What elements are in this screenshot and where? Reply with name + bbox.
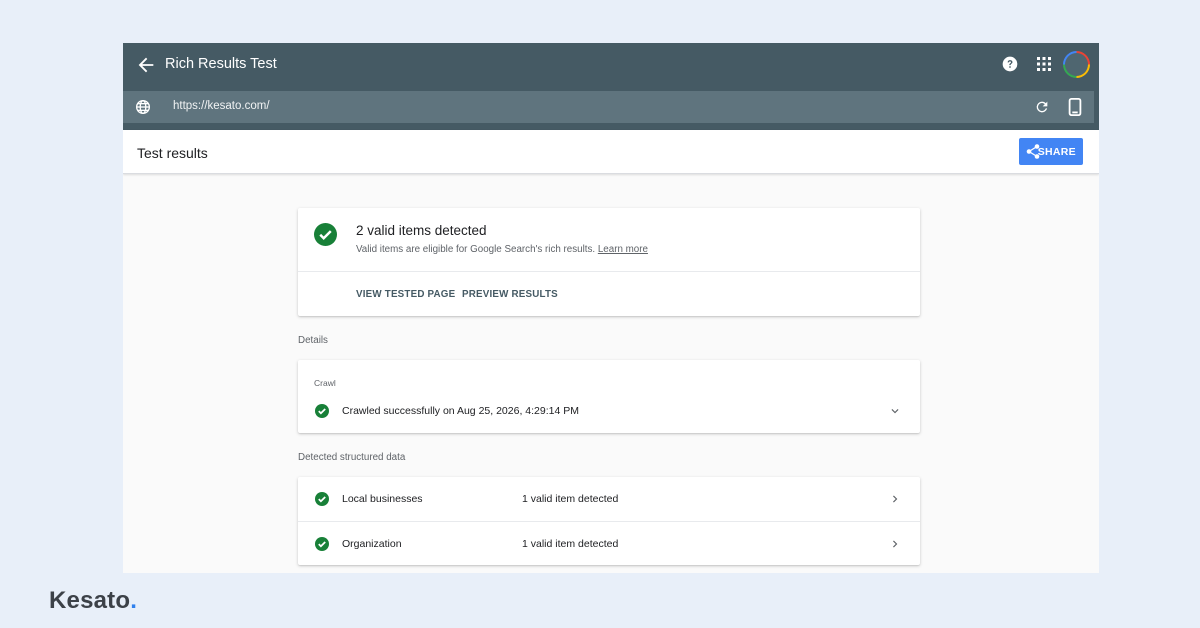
app-bar: Rich Results Test	[123, 43, 1099, 87]
smartphone-icon[interactable]	[1067, 98, 1083, 116]
results-header: Test results SHARE	[123, 130, 1099, 174]
learn-more-link[interactable]: Learn more	[598, 244, 648, 255]
apps-grid-icon[interactable]	[1037, 57, 1051, 71]
tested-url: https://kesato.com/	[173, 100, 270, 112]
share-icon	[1026, 144, 1040, 159]
arrow-left-icon[interactable]	[135, 54, 157, 76]
crawl-status: Crawled successfully on Aug 25, 2026, 4:…	[342, 405, 579, 417]
account-avatar[interactable]	[1063, 51, 1090, 78]
structured-data-row[interactable]: Organization 1 valid item detected	[298, 521, 920, 565]
structured-data-status: 1 valid item detected	[522, 538, 619, 550]
chevron-right-icon	[893, 495, 898, 503]
divider	[298, 271, 920, 272]
structured-data-card: Local businesses 1 valid item detected O…	[298, 477, 920, 565]
preview-results-button[interactable]: PREVIEW RESULTS	[462, 289, 558, 300]
structured-data-name: Local businesses	[342, 493, 423, 505]
check-circle-icon	[315, 404, 329, 418]
url-bar: https://kesato.com/	[123, 91, 1094, 123]
view-tested-page-button[interactable]: VIEW TESTED PAGE	[356, 289, 455, 300]
chevron-right-icon	[893, 540, 898, 548]
chevron-down-icon[interactable]	[888, 404, 902, 418]
share-button[interactable]: SHARE	[1019, 138, 1083, 165]
structured-data-label: Detected structured data	[298, 452, 406, 463]
globe-icon	[136, 100, 150, 114]
structured-data-status: 1 valid item detected	[522, 493, 619, 505]
summary-description-text: Valid items are eligible for Google Sear…	[356, 244, 596, 255]
help-icon[interactable]	[1002, 56, 1018, 72]
app-window: Rich Results Test https://kesato.com/ Te…	[123, 43, 1099, 573]
check-circle-icon	[315, 537, 329, 551]
structured-data-name: Organization	[342, 538, 402, 550]
reload-icon[interactable]	[1034, 99, 1050, 115]
brand-logo: Kesato.	[49, 587, 137, 615]
details-label: Details	[298, 335, 328, 346]
check-circle-icon	[315, 492, 329, 506]
summary-title: 2 valid items detected	[356, 223, 487, 238]
structured-data-row[interactable]: Local businesses 1 valid item detected	[298, 477, 920, 521]
share-label: SHARE	[1037, 145, 1076, 158]
brand-dot: .	[130, 587, 138, 614]
summary-description: Valid items are eligible for Google Sear…	[356, 244, 648, 255]
crawl-card[interactable]: Crawl Crawled successfully on Aug 25, 20…	[298, 360, 920, 433]
app-title: Rich Results Test	[165, 56, 277, 72]
brand-name: Kesato	[49, 587, 131, 614]
summary-card: 2 valid items detected Valid items are e…	[298, 208, 920, 316]
crawl-heading: Crawl	[314, 378, 336, 388]
check-circle-icon	[314, 223, 337, 246]
page-title: Test results	[137, 145, 208, 161]
